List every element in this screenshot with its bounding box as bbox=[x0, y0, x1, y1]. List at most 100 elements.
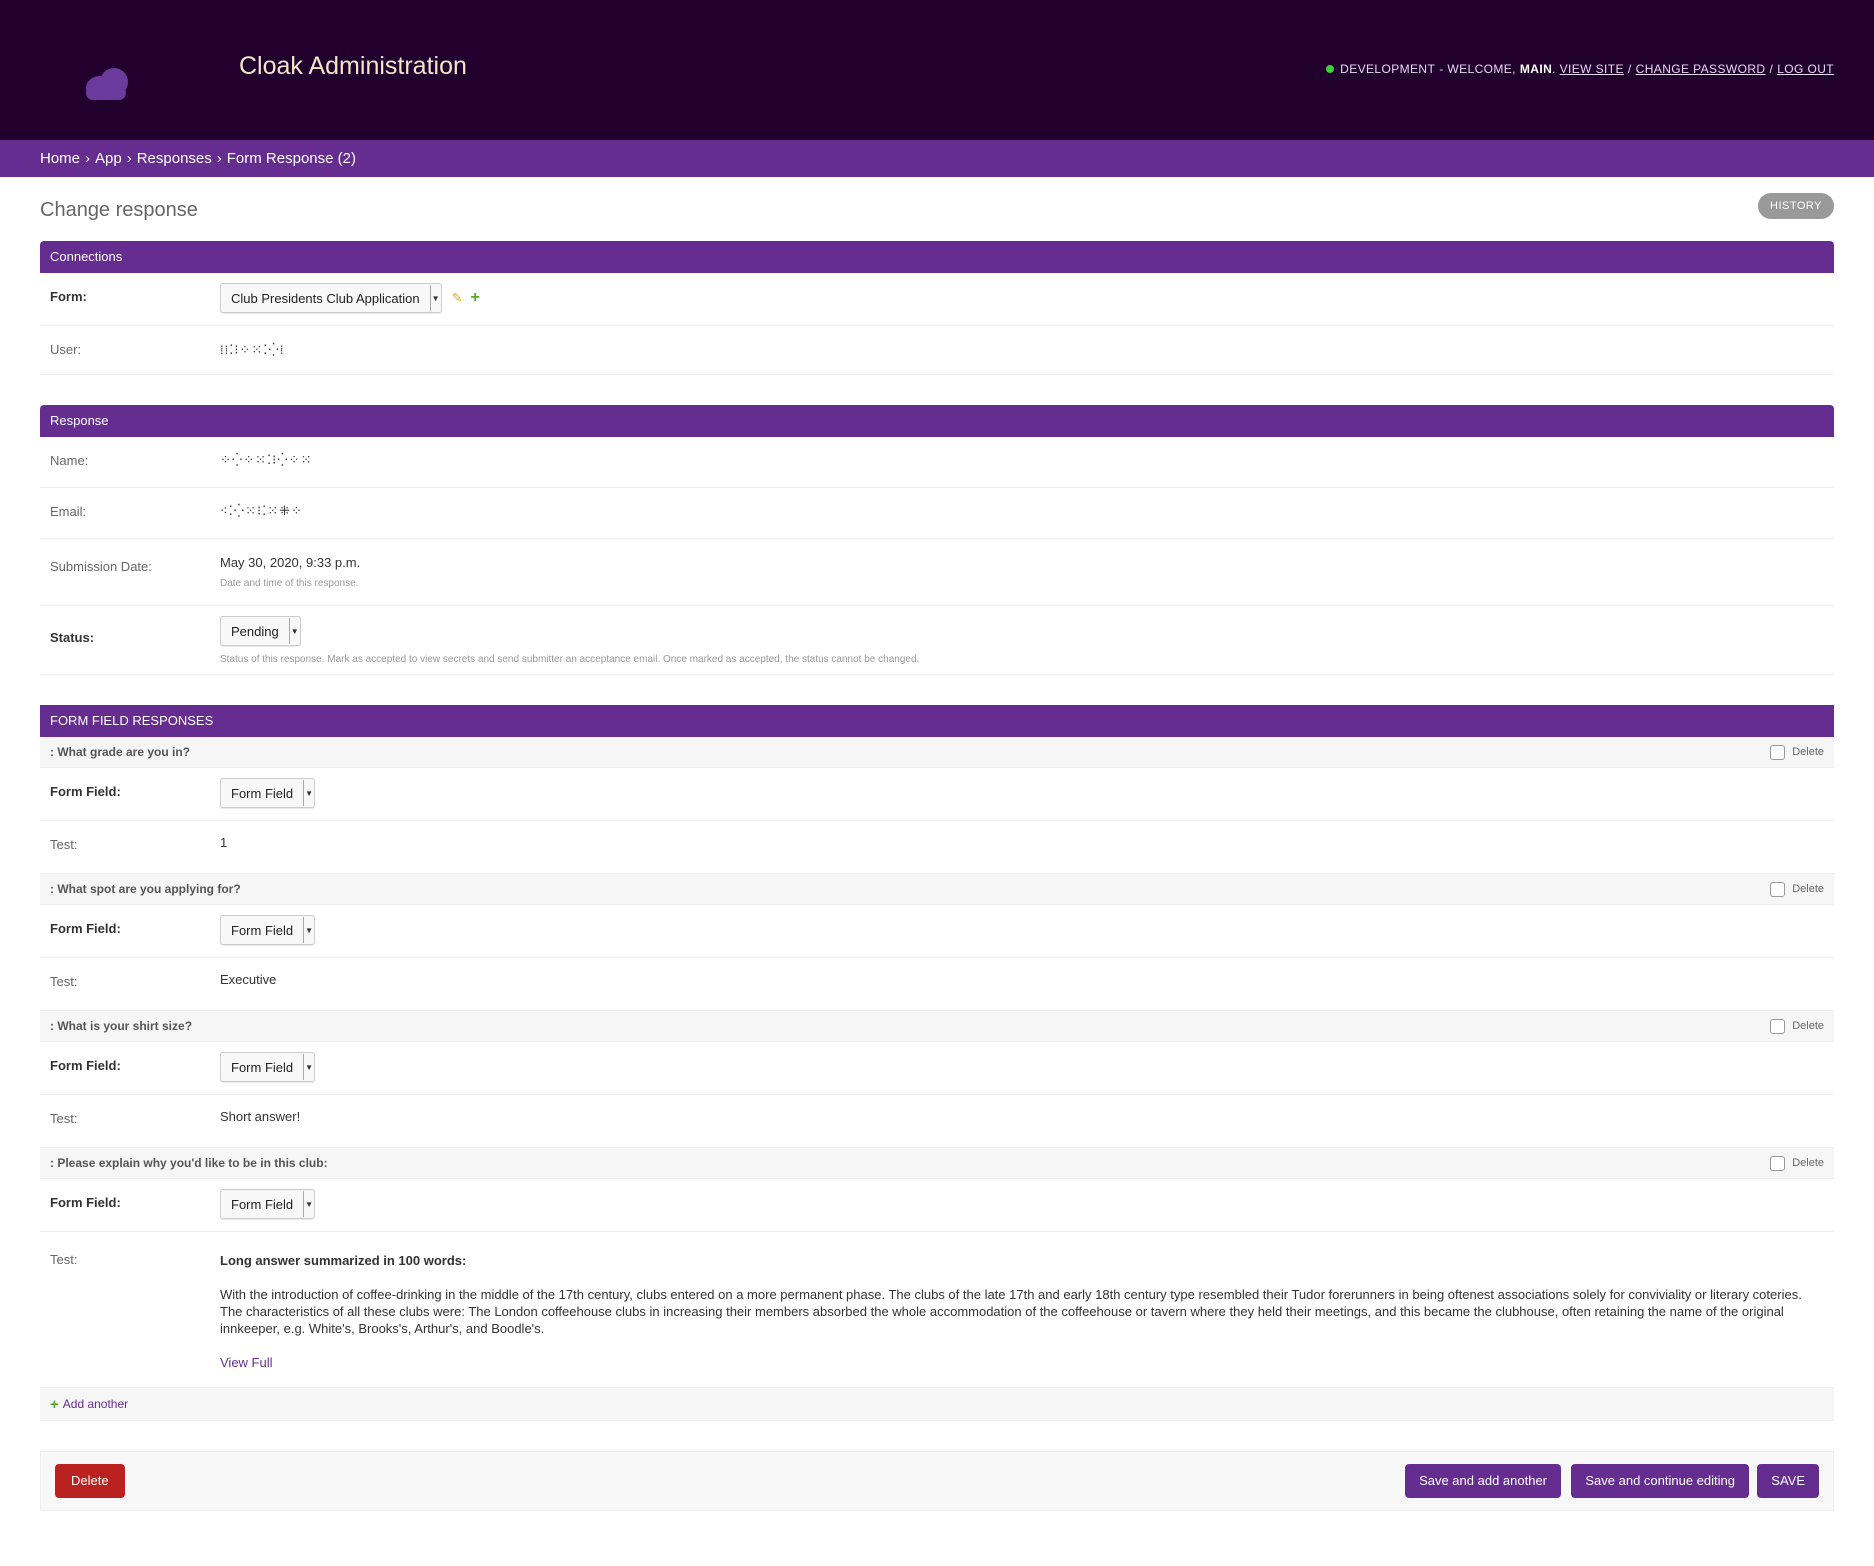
status-select-value: Pending bbox=[231, 623, 279, 639]
inline-item-header: : What is your shirt size? Delete bbox=[40, 1011, 1834, 1042]
name-row: Name: ⁘⁛⁘⁙⁚⁝⁛⁘⁙ bbox=[40, 437, 1834, 488]
user-value: ⁞⁞⁚⁝⁘⁙⁚⁛⁞ bbox=[220, 343, 285, 358]
page-title: Change response bbox=[40, 199, 198, 221]
env-label: DEVELOPMENT bbox=[1340, 62, 1436, 76]
change-password-link[interactable]: CHANGE PASSWORD bbox=[1636, 62, 1766, 76]
test-label: Test: bbox=[50, 1252, 78, 1267]
inline-item-header: : Please explain why you'd like to be in… bbox=[40, 1148, 1834, 1179]
delete-checkbox[interactable]: Delete bbox=[1770, 744, 1824, 760]
inline-item-header: : What spot are you applying for? Delete bbox=[40, 874, 1834, 905]
test-answer: 1 bbox=[220, 835, 228, 850]
breadcrumb-app[interactable]: App bbox=[95, 150, 122, 167]
form-field-select[interactable]: Form Field ▼ bbox=[220, 1052, 316, 1082]
inline-item-header: : What grade are you in? Delete bbox=[40, 737, 1834, 768]
delete-button[interactable]: Delete bbox=[55, 1464, 125, 1498]
submission-date-row: Submission Date: May 30, 2020, 9:33 p.m.… bbox=[40, 539, 1834, 606]
add-another-row[interactable]: + Add another bbox=[40, 1388, 1834, 1421]
site-header: Cloak Administration DEVELOPMENT - WELCO… bbox=[0, 0, 1874, 140]
form-field-select[interactable]: Form Field ▼ bbox=[220, 1189, 316, 1219]
form-select[interactable]: Club Presidents Club Application ▼ bbox=[220, 283, 442, 313]
connections-heading: Connections bbox=[40, 241, 1834, 273]
form-select-value: Club Presidents Club Application bbox=[231, 290, 420, 306]
form-field-row: Form Field: Form Field ▼ bbox=[40, 768, 1834, 821]
test-row: Test: 1 bbox=[40, 821, 1834, 874]
chevron-down-icon: ▼ bbox=[303, 780, 314, 806]
question-title: : What is your shirt size? bbox=[50, 1019, 193, 1033]
chevron-down-icon: ▼ bbox=[303, 1191, 314, 1217]
form-field-select[interactable]: Form Field ▼ bbox=[220, 778, 316, 808]
username: MAIN bbox=[1519, 62, 1553, 76]
form-field-row: Form Field: Form Field ▼ bbox=[40, 1042, 1834, 1095]
add-another-link[interactable]: Add another bbox=[63, 1397, 128, 1411]
long-answer-text: With the introduction of coffee-drinking… bbox=[220, 1287, 1802, 1336]
history-button[interactable]: HISTORY bbox=[1758, 193, 1834, 219]
test-row: Test: Executive bbox=[40, 958, 1834, 1011]
test-row: Test: Short answer! bbox=[40, 1095, 1834, 1148]
status-row: Status: Pending ▼ Status of this respons… bbox=[40, 606, 1834, 675]
name-label: Name: bbox=[50, 453, 89, 468]
question-title: : What grade are you in? bbox=[50, 745, 191, 759]
submit-row: Delete Save and add another Save and con… bbox=[40, 1451, 1834, 1511]
form-field-responses-heading: FORM FIELD RESPONSES bbox=[40, 705, 1834, 737]
chevron-down-icon: ▼ bbox=[288, 618, 300, 644]
form-row: Form: Club Presidents Club Application ▼… bbox=[40, 273, 1834, 326]
form-field-responses-fieldset: FORM FIELD RESPONSES : What grade are yo… bbox=[40, 705, 1834, 1421]
question-title: : Please explain why you'd like to be in… bbox=[50, 1156, 328, 1170]
connections-fieldset: Connections Form: Club Presidents Club A… bbox=[40, 241, 1834, 375]
user-label: User: bbox=[50, 342, 82, 357]
test-label: Test: bbox=[50, 1111, 78, 1126]
view-site-link[interactable]: VIEW SITE bbox=[1560, 62, 1624, 76]
user-tools: DEVELOPMENT - WELCOME, MAIN. VIEW SITE /… bbox=[1326, 62, 1834, 76]
site-title: Cloak Administration bbox=[239, 52, 467, 80]
submission-date-help: Date and time of this response. bbox=[220, 578, 359, 589]
name-value: ⁘⁛⁘⁙⁚⁝⁛⁘⁙ bbox=[220, 453, 313, 468]
form-field-label: Form Field: bbox=[50, 784, 121, 799]
response-fieldset: Response Name: ⁘⁛⁘⁙⁚⁝⁛⁘⁙ Email: ⁖⁚⁛⁙⁝⁚⁙⁜… bbox=[40, 405, 1834, 675]
long-answer-heading: Long answer summarized in 100 words: bbox=[220, 1253, 467, 1268]
test-label: Test: bbox=[50, 974, 78, 989]
view-full-link[interactable]: View Full bbox=[220, 1355, 273, 1370]
form-field-row: Form Field: Form Field ▼ bbox=[40, 1179, 1834, 1232]
form-field-label: Form Field: bbox=[50, 1058, 121, 1073]
test-label: Test: bbox=[50, 837, 78, 852]
log-out-link[interactable]: LOG OUT bbox=[1777, 62, 1834, 76]
test-row: Test: Long answer summarized in 100 word… bbox=[40, 1232, 1834, 1388]
user-row: User: ⁞⁞⁚⁝⁘⁙⁚⁛⁞ bbox=[40, 326, 1834, 375]
submission-date-label: Submission Date: bbox=[50, 559, 152, 574]
main-content: Change response HISTORY Connections Form… bbox=[0, 177, 1874, 1511]
test-answer: Short answer! bbox=[220, 1109, 301, 1124]
form-field-select[interactable]: Form Field ▼ bbox=[220, 915, 316, 945]
delete-checkbox[interactable]: Delete bbox=[1770, 1155, 1824, 1171]
email-label: Email: bbox=[50, 504, 87, 519]
submission-date-value: May 30, 2020, 9:33 p.m. bbox=[220, 555, 361, 570]
save-button[interactable]: SAVE bbox=[1757, 1464, 1819, 1498]
plus-icon: + bbox=[50, 1395, 59, 1413]
status-dot-icon bbox=[1326, 65, 1335, 73]
welcome-text: - WELCOME, bbox=[1439, 62, 1516, 76]
form-field-row: Form Field: Form Field ▼ bbox=[40, 905, 1834, 958]
form-label: Form: bbox=[50, 289, 87, 304]
save-and-add-another-button[interactable]: Save and add another bbox=[1405, 1464, 1561, 1498]
test-answer: Executive bbox=[220, 972, 277, 987]
status-select[interactable]: Pending ▼ bbox=[220, 616, 301, 646]
response-heading: Response bbox=[40, 405, 1834, 437]
chevron-down-icon: ▼ bbox=[303, 1054, 314, 1080]
delete-checkbox[interactable]: Delete bbox=[1770, 881, 1824, 897]
status-label: Status: bbox=[50, 630, 95, 645]
breadcrumb-home[interactable]: Home bbox=[40, 150, 80, 167]
plus-icon[interactable]: + bbox=[471, 289, 480, 307]
breadcrumb-current: Form Response (2) bbox=[226, 150, 356, 167]
question-title: : What spot are you applying for? bbox=[50, 882, 241, 896]
status-help: Status of this response. Mark as accepte… bbox=[220, 654, 920, 665]
breadcrumb-responses[interactable]: Responses bbox=[137, 150, 212, 167]
delete-checkbox[interactable]: Delete bbox=[1770, 1018, 1824, 1034]
pencil-icon[interactable]: ✎ bbox=[452, 290, 463, 306]
moon-cloud-logo bbox=[86, 32, 174, 101]
breadcrumb: Home › App › Responses › Form Response (2) bbox=[0, 140, 1874, 177]
chevron-down-icon: ▼ bbox=[303, 917, 314, 943]
form-field-label: Form Field: bbox=[50, 921, 121, 936]
email-row: Email: ⁖⁚⁛⁙⁝⁚⁙⁜⁘ bbox=[40, 488, 1834, 539]
form-field-label: Form Field: bbox=[50, 1195, 121, 1210]
chevron-down-icon: ▼ bbox=[429, 285, 441, 311]
save-and-continue-button[interactable]: Save and continue editing bbox=[1571, 1464, 1749, 1498]
